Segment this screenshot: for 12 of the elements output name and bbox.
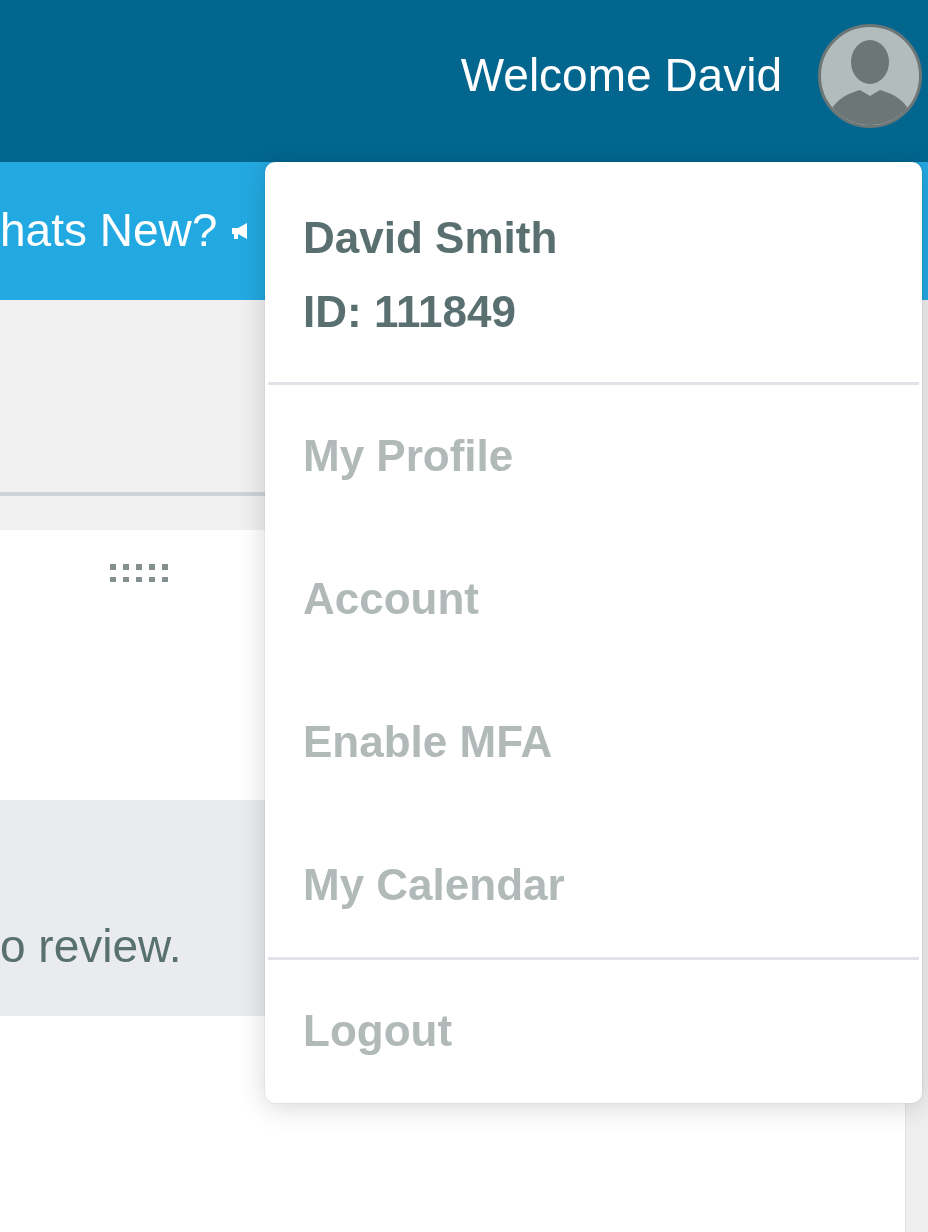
avatar-icon[interactable] [818,24,922,128]
menu-item[interactable]: Enable MFA [268,671,553,814]
welcome-text: Welcome David [460,48,782,104]
menu-item[interactable]: Account [268,528,479,671]
user-id: ID: 111849 [303,286,516,338]
drag-handle-icon[interactable] [110,564,170,582]
user-name: David Smith [303,212,558,264]
menu-item[interactable]: Logout [268,960,453,1103]
whats-new-link[interactable]: hats New? [0,203,218,259]
menu-item[interactable]: My Profile [268,385,514,528]
menu-item[interactable]: My Calendar [268,814,565,957]
review-text: o review. [0,918,182,974]
